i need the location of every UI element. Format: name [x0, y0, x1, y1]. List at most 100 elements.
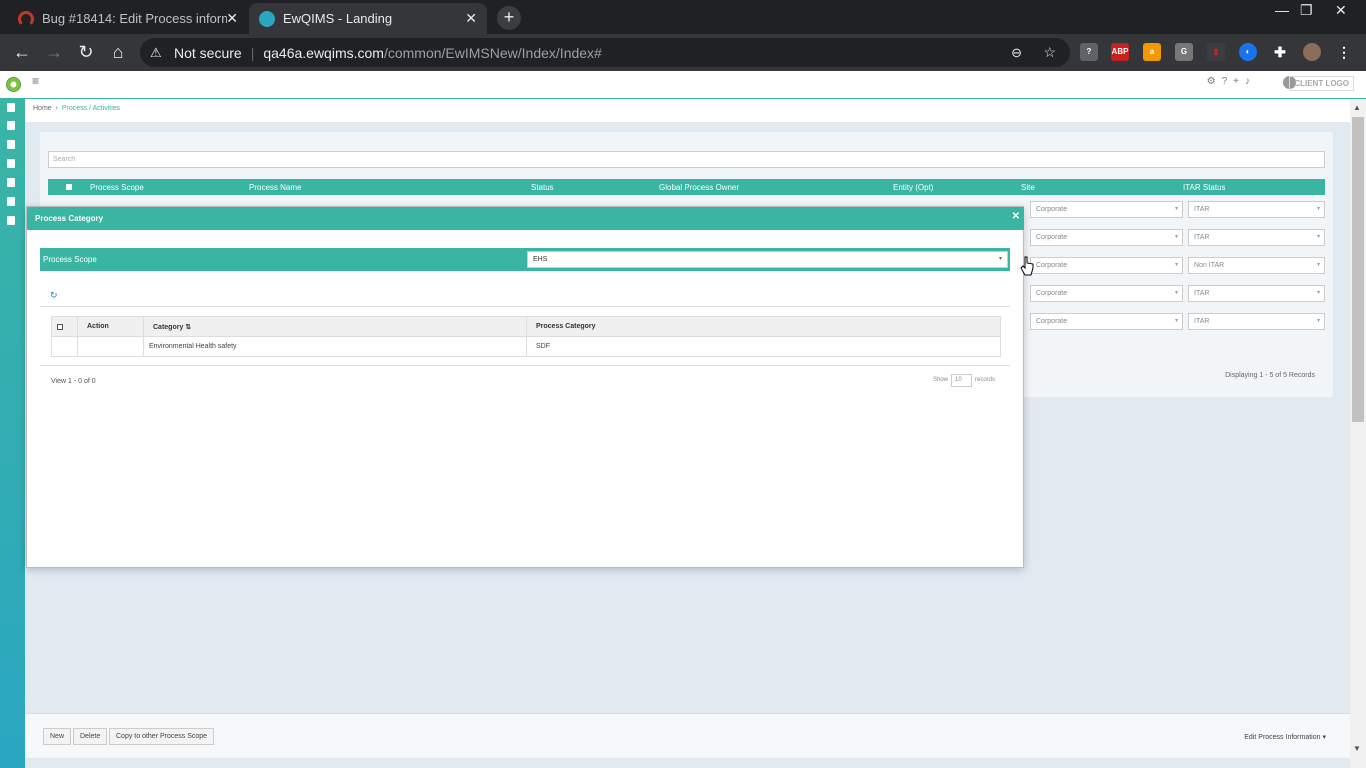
- extension-bag-icon[interactable]: a: [1143, 43, 1161, 61]
- site-select[interactable]: Corporate: [1030, 257, 1183, 274]
- grid-header: Process Scope Process Name Status Global…: [48, 179, 1325, 195]
- scroll-up-icon[interactable]: ▲: [1353, 103, 1361, 112]
- menu-kebab-icon[interactable]: ⋮: [1335, 43, 1353, 61]
- scroll-down-icon[interactable]: ▼: [1353, 744, 1361, 753]
- divider: [40, 306, 1010, 307]
- show-label: Show: [933, 377, 949, 383]
- home-icon[interactable]: ⌂: [107, 42, 129, 63]
- notification-bell-icon[interactable]: ♪: [1245, 76, 1256, 87]
- site-select[interactable]: Corporate: [1030, 285, 1183, 302]
- extension-pdf-icon[interactable]: ▮: [1207, 43, 1225, 61]
- adblock-icon[interactable]: ABP: [1111, 43, 1129, 61]
- process-category-modal: Process Category ✕ Process Scope EHS ↻ A…: [26, 206, 1024, 568]
- client-logo: CLIENT LOGO: [1289, 76, 1354, 91]
- col-itar-status[interactable]: ITAR Status: [1183, 183, 1226, 192]
- sidebar-item-admin-icon[interactable]: [7, 216, 15, 225]
- page-scrollbar[interactable]: ▲ ▼: [1350, 99, 1366, 768]
- close-icon[interactable]: ✕: [226, 10, 238, 27]
- page-size-control: Show 10 records: [933, 374, 995, 387]
- close-icon[interactable]: ✕: [465, 10, 477, 27]
- breadcrumb-home[interactable]: Home: [33, 105, 52, 112]
- sidebar-item-reports-icon[interactable]: [7, 159, 15, 168]
- profile-avatar[interactable]: [1303, 43, 1321, 61]
- copy-to-other-scope-button[interactable]: Copy to other Process Scope: [109, 728, 215, 745]
- help-icon[interactable]: ?: [1222, 76, 1234, 87]
- tab-title: Bug #18414: Edit Process informa: [42, 11, 227, 26]
- close-icon[interactable]: ✕: [1012, 211, 1020, 222]
- process-scope-select[interactable]: EHS: [527, 251, 1008, 268]
- extension-g-icon[interactable]: G: [1175, 43, 1193, 61]
- app-header: ≡ ⚙?+♪ CLIENT LOGO: [0, 71, 1366, 99]
- site-select[interactable]: Corporate: [1030, 229, 1183, 246]
- scroll-thumb[interactable]: [1352, 117, 1364, 422]
- minimize-icon[interactable]: —: [1275, 2, 1289, 18]
- table-row: Corporate ITAR: [1030, 201, 1325, 229]
- redmine-icon: [18, 10, 34, 27]
- zoom-icon[interactable]: ⊖: [1011, 45, 1022, 61]
- back-icon[interactable]: ←: [11, 42, 33, 63]
- select-all-checkbox[interactable]: [66, 184, 72, 190]
- window-close-icon[interactable]: ✕: [1335, 2, 1347, 19]
- hamburger-menu-icon[interactable]: ≡: [32, 74, 39, 88]
- select-all-checkbox[interactable]: [57, 324, 63, 330]
- col-global-process-owner[interactable]: Global Process Owner: [659, 183, 739, 192]
- sidebar-item-documents-icon[interactable]: [7, 121, 15, 130]
- forward-icon[interactable]: →: [43, 42, 65, 63]
- bookmark-star-icon[interactable]: ☆: [1043, 44, 1056, 61]
- col-status[interactable]: Status: [531, 183, 554, 192]
- ewqims-favicon-icon: [259, 10, 275, 27]
- edit-process-information-menu[interactable]: Edit Process Information ▾: [1244, 733, 1326, 741]
- itar-select[interactable]: ITAR: [1188, 201, 1325, 218]
- records-count: Displaying 1 - 5 of 5 Records: [1225, 372, 1315, 379]
- col-category[interactable]: Category ⇅: [153, 323, 191, 331]
- sort-icon[interactable]: ⇅: [185, 324, 191, 331]
- edit-info-label: Edit Process Information: [1244, 734, 1321, 741]
- category-cell: Environmental Health safety: [149, 343, 237, 350]
- url-path: /common/EwIMSNew/Index/Index#: [383, 44, 602, 61]
- search-input[interactable]: Search: [48, 151, 1325, 168]
- new-button[interactable]: New: [43, 728, 72, 745]
- itar-select[interactable]: ITAR: [1188, 229, 1325, 246]
- table-row: Corporate Non ITAR: [1030, 257, 1325, 285]
- browser-tab-ewqims[interactable]: EwQIMS - Landing ✕: [249, 3, 487, 34]
- col-action: Action: [87, 323, 109, 330]
- site-select[interactable]: Corporate: [1030, 313, 1183, 330]
- sidebar-item-records-icon[interactable]: [7, 178, 15, 187]
- add-icon[interactable]: +: [1233, 76, 1245, 87]
- itar-select[interactable]: ITAR: [1188, 313, 1325, 330]
- security-status: Not secure: [174, 44, 242, 61]
- itar-select[interactable]: Non ITAR: [1188, 257, 1325, 274]
- extension-chart-icon[interactable]: ◐: [1239, 43, 1257, 61]
- address-bar[interactable]: ⚠ Not secure | qa46a.ewqims.com /common/…: [140, 38, 1070, 67]
- browser-tab-bug[interactable]: Bug #18414: Edit Process informa ✕: [8, 3, 248, 34]
- col-entity[interactable]: Entity (Opt): [893, 183, 933, 192]
- header-icon-group: ⚙?+♪: [1207, 76, 1256, 87]
- restore-icon[interactable]: ❐: [1300, 2, 1313, 19]
- breadcrumb-current[interactable]: Process / Activities: [62, 105, 120, 112]
- sidebar: [0, 99, 25, 768]
- site-select[interactable]: Corporate: [1030, 201, 1183, 218]
- settings-gear-icon[interactable]: ⚙: [1207, 76, 1222, 87]
- tab-title: EwQIMS - Landing: [283, 11, 393, 26]
- col-site[interactable]: Site: [1021, 183, 1035, 192]
- extension-help-icon[interactable]: ?: [1080, 43, 1098, 61]
- page-size-input[interactable]: 10: [951, 374, 973, 387]
- col-process-scope[interactable]: Process Scope: [90, 183, 144, 192]
- sidebar-item-dashboard-icon[interactable]: [7, 103, 15, 112]
- app-logo[interactable]: [6, 77, 21, 92]
- col-category-label: Category: [153, 324, 184, 331]
- table-row: Corporate ITAR: [1030, 229, 1325, 257]
- sidebar-item-forms-icon[interactable]: [7, 197, 15, 206]
- col-process-category: Process Category: [536, 323, 596, 330]
- sidebar-item-process-icon[interactable]: [7, 140, 15, 149]
- new-tab-button[interactable]: +: [497, 6, 521, 30]
- refresh-icon[interactable]: ↻: [50, 290, 58, 301]
- itar-select[interactable]: ITAR: [1188, 285, 1325, 302]
- process-scope-row: Process Scope EHS: [40, 248, 1010, 271]
- extensions-puzzle-icon[interactable]: ✚: [1271, 43, 1289, 61]
- reload-icon[interactable]: ↻: [75, 42, 97, 63]
- col-process-name[interactable]: Process Name: [249, 183, 301, 192]
- breadcrumb-bar: Home › Process / Activities: [25, 99, 1350, 122]
- delete-button[interactable]: Delete: [73, 728, 108, 745]
- browser-toolbar: ← → ↻ ⌂ ⚠ Not secure | qa46a.ewqims.com …: [0, 34, 1366, 71]
